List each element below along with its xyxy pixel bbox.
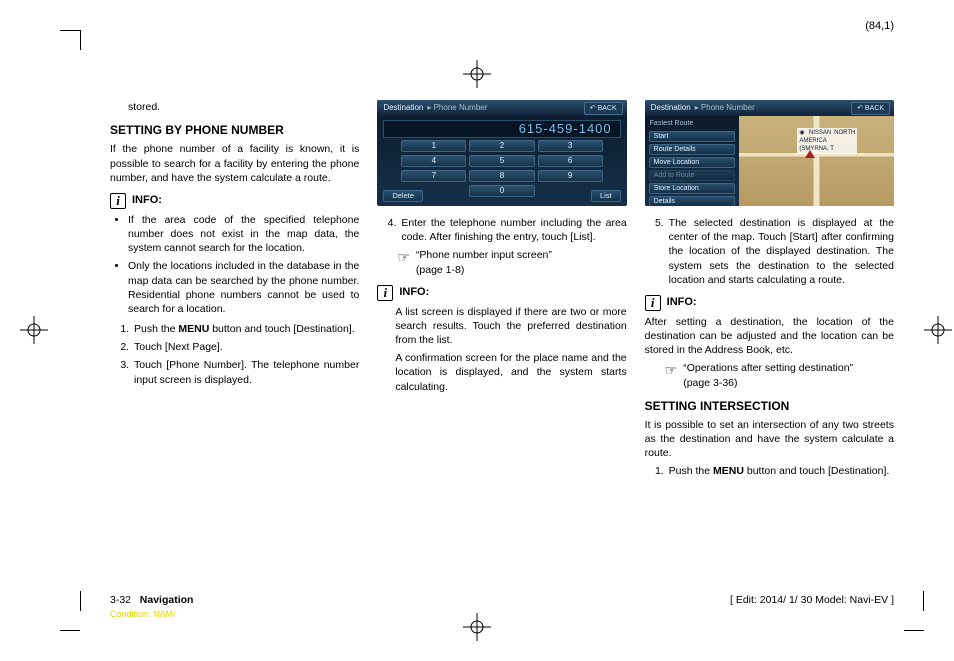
registration-mark-icon [924, 316, 952, 344]
step-text: button and touch [Destination]. [209, 323, 354, 335]
crop-mark [80, 30, 81, 50]
heading-setting-intersection: SETTING INTERSECTION [645, 398, 894, 414]
ss-map: ◉ NISSAN NORTH AMERICA (SMYRNA, T [739, 116, 894, 206]
edit-info: [ Edit: 2014/ 1/ 30 Model: Navi-EV ] [730, 594, 894, 606]
registration-mark-icon [463, 613, 491, 641]
ss-menu-item: Start [649, 131, 736, 142]
ss-key: 9 [538, 170, 603, 182]
destination-flag-icon [805, 150, 815, 158]
ref-page: (page 1-8) [416, 264, 464, 276]
ss-menu-item: Details [649, 196, 736, 206]
text-phone-intro: If the phone number of a facility is kno… [110, 142, 359, 185]
cross-ref: ☞ “Phone number input screen” (page 1-8) [377, 248, 626, 276]
info-icon: i [645, 295, 661, 311]
registration-mark-icon [20, 316, 48, 344]
ss-keypad: 1 2 3 4 5 6 7 8 9 0 [401, 140, 602, 197]
condition-text: Condition: NAM/ [110, 609, 176, 619]
screenshot-phone-keypad: Destination ▸ Phone Number ↶ BACK 615-45… [377, 100, 626, 206]
info-label: INFO: [399, 285, 429, 300]
info-icon: i [110, 193, 126, 209]
info-block: i INFO: [377, 285, 626, 301]
ss-key: 8 [469, 170, 534, 182]
ss-menu-item: Move Location [649, 157, 736, 168]
menu-bold: MENU [178, 323, 209, 335]
step-text: Push the [134, 323, 178, 335]
page-number: 3-32 [110, 594, 131, 606]
crop-mark [904, 630, 924, 631]
ref-text: “Phone number input screen” [416, 249, 552, 261]
ss-menu-item-disabled: Add to Route [649, 170, 736, 181]
info-label: INFO: [667, 295, 697, 310]
page-coord: (84,1) [865, 20, 894, 32]
text-stored: stored. [110, 100, 359, 114]
ss-key: 6 [538, 155, 603, 167]
text-intersection-intro: It is possible to set an intersection of… [645, 418, 894, 461]
column-3: Destination ▸ Phone Number ↶ BACK Fastes… [645, 100, 894, 483]
crop-mark [80, 591, 81, 611]
heading-setting-by-phone: SETTING BY PHONE NUMBER [110, 122, 359, 138]
info-block: i INFO: [110, 193, 359, 209]
ss-menu-item: Route Details [649, 144, 736, 155]
menu-bold: MENU [713, 465, 744, 477]
ss-title: Destination [383, 103, 423, 114]
registration-mark-icon [463, 60, 491, 88]
crop-mark [60, 630, 80, 631]
ss-key: 1 [401, 140, 466, 152]
ss-key: 4 [401, 155, 466, 167]
ss-number-display: 615-459-1400 [383, 120, 620, 138]
ref-text: “Operations after setting destination” [683, 362, 853, 374]
ss-back-button: ↶ BACK [584, 102, 623, 115]
ss-side-menu: Fastest Route Start Route Details Move L… [645, 116, 740, 206]
step-item: Push the MENU button and touch [Destinat… [667, 464, 894, 478]
ss-back-button: ↶ BACK [851, 102, 890, 115]
ref-page: (page 3-36) [683, 377, 737, 389]
crop-mark [60, 30, 80, 31]
info-text: After setting a destination, the locatio… [645, 315, 894, 358]
step-text: Push the [669, 465, 713, 477]
ss-delete-button: Delete [383, 190, 423, 202]
step-item: Touch [Phone Number]. The telephone numb… [132, 358, 359, 386]
step-item: Enter the telephone number including the… [399, 216, 626, 244]
step-item: Touch [Next Page]. [132, 340, 359, 354]
screenshot-destination-map: Destination ▸ Phone Number ↶ BACK Fastes… [645, 100, 894, 206]
column-2: Destination ▸ Phone Number ↶ BACK 615-45… [377, 100, 626, 483]
crop-mark [923, 591, 924, 611]
ss-list-button: List [591, 190, 621, 202]
ss-key: 2 [469, 140, 534, 152]
step-item: The selected destination is displayed at… [667, 216, 894, 287]
ss-subtitle: ▸ Phone Number [695, 103, 755, 114]
pointer-icon: ☞ [397, 248, 410, 267]
ss-subtitle: ▸ Phone Number [427, 103, 487, 114]
column-1: stored. SETTING BY PHONE NUMBER If the p… [110, 100, 359, 483]
cross-ref: ☞ “Operations after setting destination”… [645, 361, 894, 389]
ss-side-title: Fastest Route [649, 119, 736, 129]
bullet-item: Only the locations included in the datab… [128, 259, 359, 316]
step-item: Push the MENU button and touch [Destinat… [132, 322, 359, 336]
info-icon: i [377, 285, 393, 301]
ss-key: 5 [469, 155, 534, 167]
page-content: stored. SETTING BY PHONE NUMBER If the p… [110, 100, 894, 571]
step-text: button and touch [Destination]. [744, 465, 889, 477]
page-footer: 3-32 Navigation [ Edit: 2014/ 1/ 30 Mode… [110, 594, 894, 606]
info-label: INFO: [132, 193, 162, 208]
ss-key: 7 [401, 170, 466, 182]
section-name: Navigation [140, 594, 194, 606]
info-block: i INFO: [645, 295, 894, 311]
info-text: A list screen is displayed if there are … [377, 305, 626, 348]
bullet-item: If the area code of the specified teleph… [128, 213, 359, 256]
ss-menu-item: Store Location [649, 183, 736, 194]
ss-title: Destination [651, 103, 691, 114]
info-text: A confirmation screen for the place name… [377, 351, 626, 394]
pointer-icon: ☞ [665, 361, 678, 380]
ss-key: 3 [538, 140, 603, 152]
